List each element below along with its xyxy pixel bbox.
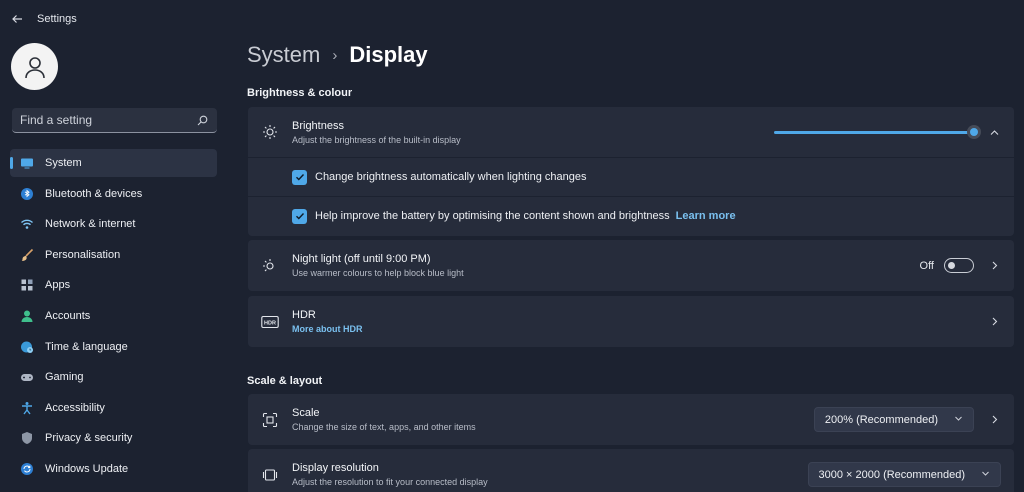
- sidebar-item-label: Time & language: [45, 340, 128, 353]
- title-bar: Settings: [0, 0, 1024, 38]
- sidebar-item-gaming[interactable]: Gaming: [10, 363, 217, 391]
- breadcrumb-separator-icon: ›: [332, 46, 338, 64]
- chevron-right-icon[interactable]: [980, 316, 1008, 327]
- resolution-dropdown[interactable]: 3000 × 2000 (Recommended): [807, 462, 1001, 487]
- brightness-slider-thumb[interactable]: [967, 125, 981, 139]
- app-title: Settings: [37, 13, 77, 25]
- night-light-toggle-group: Off: [920, 258, 974, 273]
- chevron-up-icon[interactable]: [980, 127, 1008, 138]
- shield-icon: [20, 431, 34, 445]
- battery-optimise-checkbox[interactable]: [292, 208, 307, 224]
- apps-grid-icon: [20, 278, 34, 292]
- sidebar-item-label: Network & internet: [45, 218, 136, 231]
- scale-icon: [248, 412, 292, 428]
- toggle-knob: [948, 262, 955, 269]
- scale-dropdown-value: 200% (Recommended): [824, 413, 938, 426]
- sidebar-item-label: System: [45, 157, 82, 169]
- brightness-description: Adjust the brightness of the built-in di…: [292, 134, 461, 145]
- resolution-card[interactable]: Display resolution Adjust the resolution…: [248, 449, 1014, 492]
- battery-optimise-option[interactable]: Help improve the battery by optimising t…: [248, 197, 1014, 235]
- resolution-icon: [248, 467, 292, 483]
- scale-card[interactable]: Scale Change the size of text, apps, and…: [248, 394, 1014, 445]
- sidebar-item-network[interactable]: Network & internet: [10, 210, 217, 238]
- search-box[interactable]: [12, 108, 217, 133]
- avatar[interactable]: [11, 43, 58, 90]
- globe-clock-icon: [20, 340, 34, 354]
- brightness-row[interactable]: Brightness Adjust the brightness of the …: [248, 107, 1014, 157]
- checkmark-icon: [295, 213, 304, 220]
- sidebar-item-time-language[interactable]: Time & language: [10, 333, 217, 361]
- wifi-icon: [20, 217, 34, 231]
- accessibility-icon: [20, 401, 34, 415]
- night-light-description: Use warmer colours to help block blue li…: [292, 268, 464, 278]
- scale-description: Change the size of text, apps, and other…: [292, 422, 476, 432]
- sidebar-item-label: Gaming: [45, 371, 84, 384]
- section-title-scale: Scale & layout: [247, 375, 323, 387]
- checkmark-icon: [295, 174, 304, 181]
- search-input[interactable]: [20, 113, 195, 127]
- sidebar-item-apps[interactable]: Apps: [10, 271, 217, 299]
- auto-brightness-label: Change brightness automatically when lig…: [315, 171, 587, 183]
- brightness-card: Brightness Adjust the brightness of the …: [248, 107, 1014, 236]
- sidebar-item-label: Accessibility: [45, 401, 105, 414]
- resolution-description: Adjust the resolution to fit your connec…: [292, 477, 488, 487]
- chevron-down-icon: [981, 469, 990, 480]
- sidebar-item-bluetooth[interactable]: Bluetooth & devices: [10, 180, 217, 208]
- night-light-title: Night light (off until 9:00 PM): [292, 253, 431, 265]
- brush-icon: [20, 248, 34, 262]
- sun-icon: [248, 124, 292, 140]
- hdr-more-link[interactable]: More about HDR: [292, 324, 980, 334]
- bluetooth-icon: [20, 187, 34, 201]
- battery-optimise-label: Help improve the battery by optimising t…: [315, 210, 670, 222]
- auto-brightness-checkbox[interactable]: [292, 169, 307, 185]
- breadcrumb: System › Display: [247, 42, 428, 68]
- sidebar-item-label: Bluetooth & devices: [45, 187, 143, 200]
- sidebar-item-accessibility[interactable]: Accessibility: [10, 394, 217, 422]
- gamepad-icon: [20, 370, 34, 384]
- night-light-state: Off: [919, 259, 934, 272]
- night-light-icon: [248, 258, 292, 274]
- svg-text:HDR: HDR: [264, 320, 276, 326]
- back-arrow-icon[interactable]: [0, 2, 34, 36]
- hdr-icon: HDR: [248, 315, 292, 329]
- sidebar-item-accounts[interactable]: Accounts: [10, 302, 217, 330]
- hdr-title: HDR: [292, 309, 316, 321]
- section-title-brightness: Brightness & colour: [247, 87, 353, 99]
- night-light-card[interactable]: Night light (off until 9:00 PM) Use warm…: [248, 240, 1014, 291]
- sidebar-item-label: Personalisation: [45, 248, 121, 261]
- sidebar-item-privacy[interactable]: Privacy & security: [10, 424, 217, 452]
- learn-more-link[interactable]: Learn more: [676, 210, 736, 222]
- sidebar-item-personalisation[interactable]: Personalisation: [10, 241, 217, 269]
- breadcrumb-parent[interactable]: System: [247, 42, 320, 68]
- sidebar-item-label: Privacy & security: [45, 432, 133, 445]
- sidebar-item-label: Accounts: [45, 309, 91, 322]
- chevron-right-icon[interactable]: [980, 260, 1008, 271]
- chevron-down-icon: [954, 414, 963, 425]
- sidebar-item-windows-update[interactable]: Windows Update: [10, 455, 217, 483]
- search-icon[interactable]: [195, 113, 209, 127]
- sidebar-item-label: Apps: [45, 279, 71, 292]
- update-icon: [20, 462, 34, 476]
- scale-title: Scale: [292, 407, 320, 419]
- person-icon: [24, 56, 45, 78]
- sidebar-nav: System Bluetooth & devices Network & int…: [10, 149, 217, 486]
- sidebar-item-system[interactable]: System: [10, 149, 217, 177]
- page-title: Display: [349, 42, 428, 67]
- resolution-dropdown-value: 3000 × 2000 (Recommended): [818, 468, 965, 481]
- scale-dropdown[interactable]: 200% (Recommended): [813, 407, 974, 432]
- hdr-card[interactable]: HDR HDR More about HDR: [248, 296, 1014, 347]
- resolution-title: Display resolution: [292, 462, 379, 474]
- night-light-toggle[interactable]: [944, 258, 974, 273]
- brightness-slider[interactable]: [774, 125, 981, 139]
- person-icon: [20, 309, 34, 323]
- monitor-icon: [20, 156, 34, 170]
- chevron-right-icon[interactable]: [980, 414, 1008, 425]
- sidebar-item-label: Windows Update: [45, 462, 129, 475]
- brightness-title: Brightness: [292, 119, 344, 132]
- auto-brightness-option[interactable]: Change brightness automatically when lig…: [248, 158, 1014, 196]
